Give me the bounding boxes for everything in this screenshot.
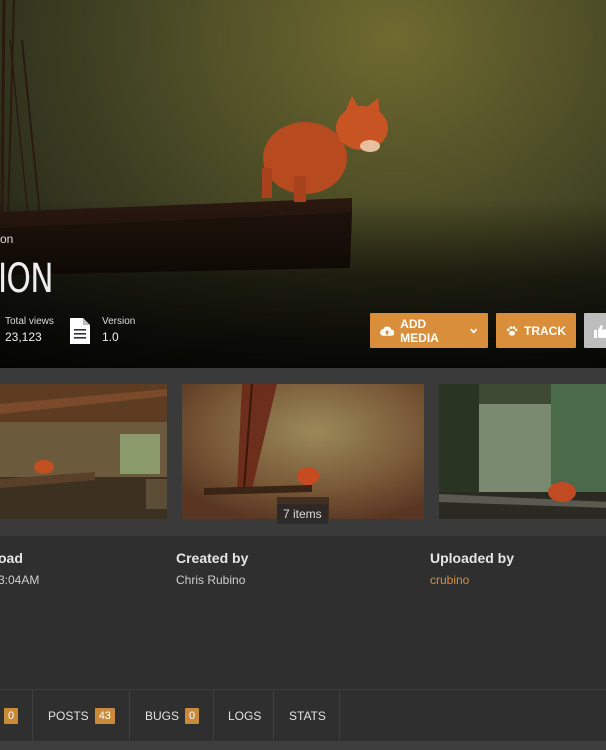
track-button[interactable]: TRACK [496,313,576,348]
mod-title: ION [0,256,54,302]
screenshot-image [439,384,606,519]
hero-banner: on ION Total views 23,123 Version 1.0 AD… [0,0,606,368]
screenshot-image [182,384,424,519]
info-value: 3:04AM [0,573,40,587]
thumbs-up-icon [594,324,606,338]
cloud-upload-icon [380,325,395,336]
stat-total-views: Total views 23,123 [5,316,54,344]
stat-label: Version [102,316,136,327]
stat-value: 23,123 [5,330,42,344]
tab-label: STATS [289,708,326,723]
tab-bugs[interactable]: BUGS 0 [130,690,214,741]
created-by-info: Created by Chris Rubino [176,550,248,587]
tab-label: POSTS [48,708,89,723]
tab-posts[interactable]: POSTS 43 [33,690,130,741]
info-heading: Created by [176,550,249,566]
uploaded-by-info: Uploaded by crubino [430,550,514,587]
stat-label: Total views [5,316,54,327]
paw-icon [506,325,518,336]
gallery-count-badge[interactable]: 7 items [277,504,328,524]
track-label: TRACK [524,323,566,338]
last-upload-info: oad 3:04AM [0,550,39,587]
chevron-down-icon [470,328,478,334]
tab-label: BUGS [145,708,180,723]
mod-info: oad 3:04AM Created by Chris Rubino Uploa… [0,536,606,689]
stat-version: Version 1.0 [102,316,135,344]
uploader-link[interactable]: crubino [430,573,514,587]
mod-category[interactable]: on [0,232,13,246]
tab-count-badge: 0 [185,707,200,724]
add-media-button[interactable]: ADD MEDIA [370,313,488,348]
tab-stats[interactable]: STATS [274,690,340,741]
document-icon [70,318,90,344]
endorse-button[interactable] [584,313,606,348]
content-divider [0,741,606,750]
tab-count-badge: 43 [94,707,115,724]
gallery-thumbnail[interactable] [182,384,424,519]
add-media-label: ADD MEDIA [400,316,439,345]
gallery-thumbnail[interactable] [0,384,167,519]
tab-label: LOGS [228,708,262,723]
stat-value: 1.0 [102,330,119,344]
mod-tabs: 0 POSTS 43 BUGS 0 LOGS STATS [0,689,606,741]
info-heading: oad [0,550,23,566]
info-heading: Uploaded by [430,550,515,566]
tab-logs[interactable]: LOGS [214,690,274,741]
tab-partial[interactable]: 0 [0,690,33,741]
gallery-thumbnail[interactable] [439,384,606,519]
screenshot-image [0,384,167,519]
tab-count-badge: 0 [4,707,19,724]
info-value: Chris Rubino [176,573,246,587]
